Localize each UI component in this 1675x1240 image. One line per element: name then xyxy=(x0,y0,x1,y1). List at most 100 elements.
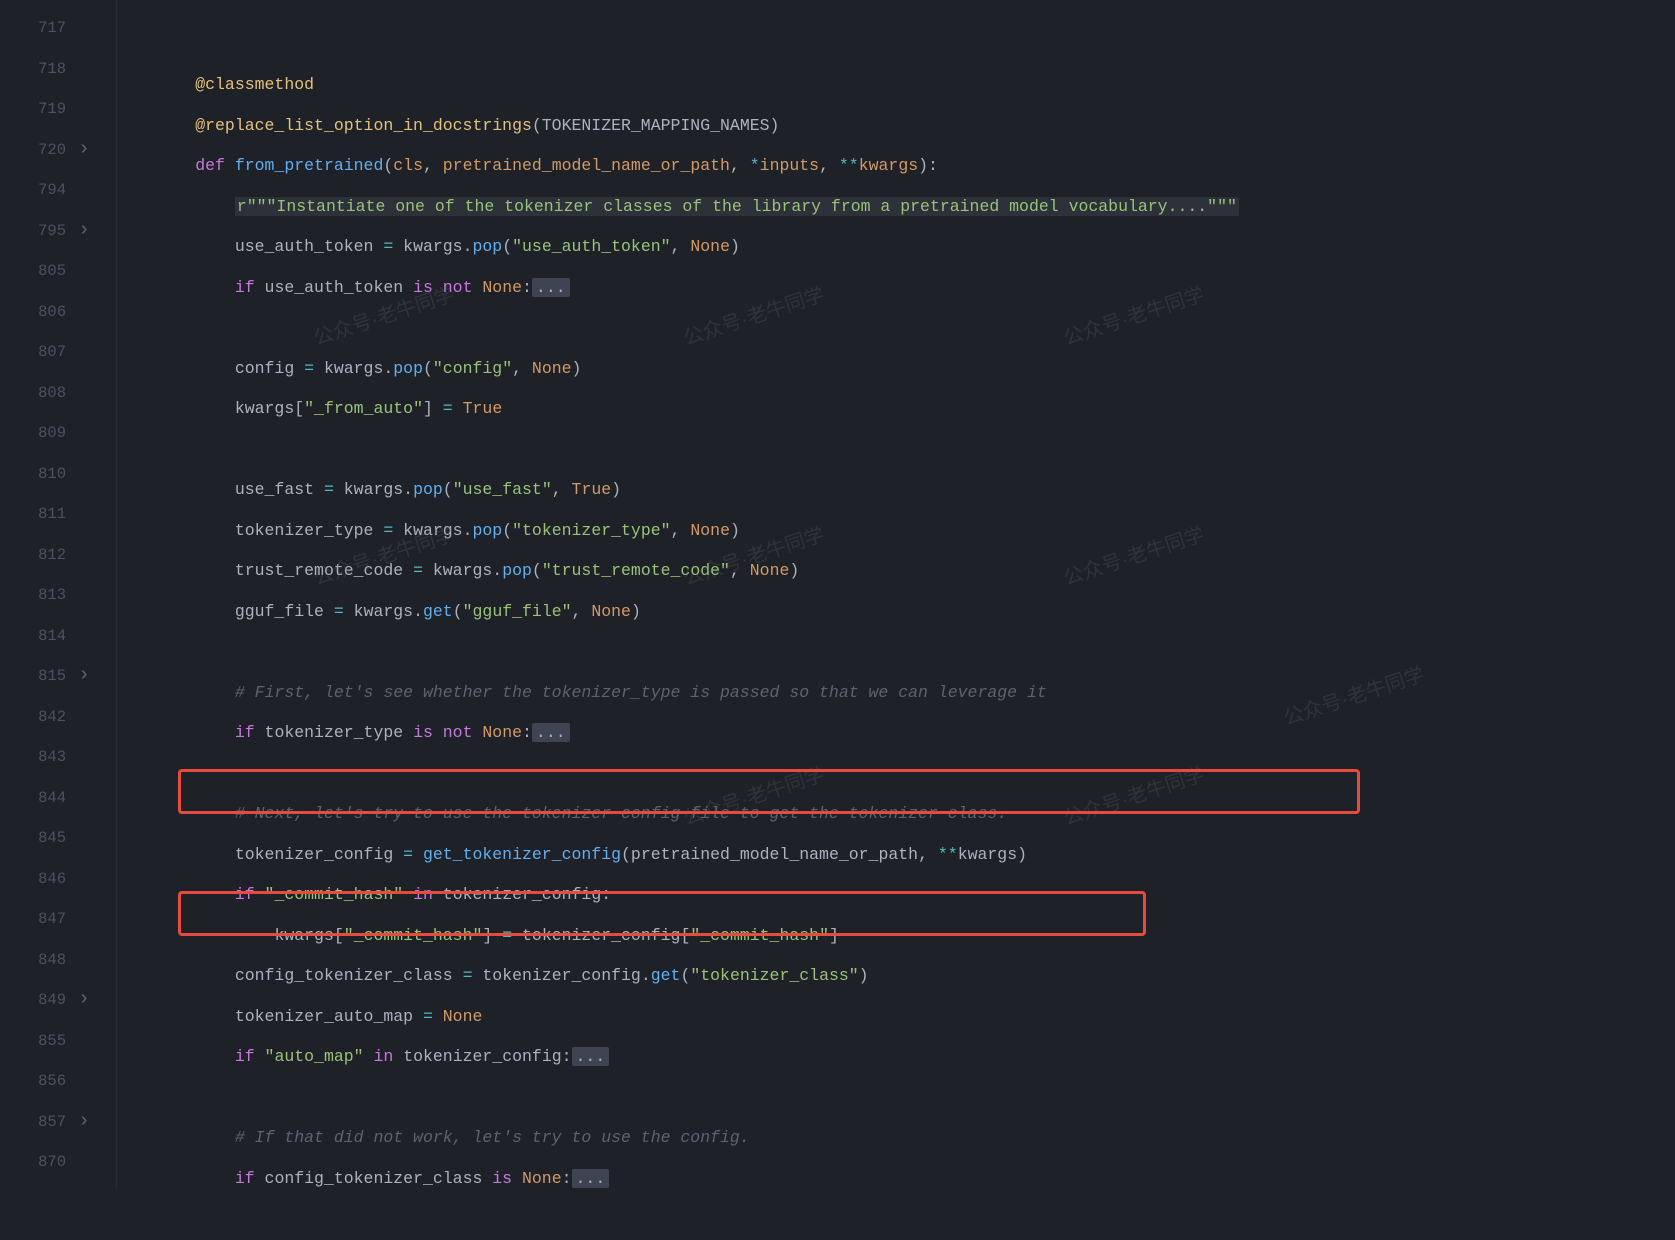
token: kwargs xyxy=(393,237,462,256)
code-line[interactable]: kwargs["_commit_hash"] = tokenizer_confi… xyxy=(116,916,1675,957)
fold-toggle xyxy=(74,535,116,576)
token: get xyxy=(651,966,681,985)
code-line[interactable]: # First, let's see whether the tokenizer… xyxy=(116,673,1675,714)
code-line[interactable]: tokenizer_auto_map = None xyxy=(116,997,1675,1038)
code-line[interactable] xyxy=(116,1199,1675,1240)
token: from_pretrained xyxy=(235,156,384,175)
fold-toggle[interactable] xyxy=(74,130,116,171)
fold-toggle xyxy=(74,1061,116,1102)
token xyxy=(413,845,423,864)
fold-toggle xyxy=(74,1142,116,1183)
fold-toggle xyxy=(74,1021,116,1062)
token: ) xyxy=(789,561,799,580)
token: ) xyxy=(730,521,740,540)
code-line[interactable]: kwargs["_from_auto"] = True xyxy=(116,389,1675,430)
fold-toggle xyxy=(74,494,116,535)
token: pop xyxy=(502,561,532,580)
code-line[interactable]: trust_remote_code = kwargs.pop("trust_re… xyxy=(116,551,1675,592)
token: @replace_list_option_in_docstrings xyxy=(195,116,532,135)
token: : xyxy=(562,1169,572,1188)
token: tokenizer_type xyxy=(235,521,384,540)
token: kwargs xyxy=(344,602,413,621)
token: "trust_remote_code" xyxy=(542,561,730,580)
code-line[interactable]: if tokenizer_type is not None:... xyxy=(116,713,1675,754)
fold-toggle xyxy=(74,616,116,657)
token: = xyxy=(324,480,334,499)
token: None xyxy=(522,1169,562,1188)
line-number-gutter: 7177187197207947958058068078088098108118… xyxy=(0,0,74,1189)
line-number: 812 xyxy=(0,535,66,576)
token: tokenizer_config: xyxy=(393,1047,571,1066)
code-line[interactable] xyxy=(116,632,1675,673)
code-line[interactable]: # Next, let's try to use the tokenizer c… xyxy=(116,794,1675,835)
fold-toggle[interactable] xyxy=(74,1102,116,1143)
token: , xyxy=(572,602,592,621)
token: None xyxy=(482,723,522,742)
code-line[interactable]: # If that did not work, let's try to use… xyxy=(116,1118,1675,1159)
code-line[interactable]: config_tokenizer_class = tokenizer_confi… xyxy=(116,956,1675,997)
token: ) xyxy=(611,480,621,499)
code-line[interactable]: if "_commit_hash" in tokenizer_config: xyxy=(116,875,1675,916)
token: pretrained_model_name_or_path xyxy=(443,156,730,175)
code-line[interactable]: tokenizer_config = get_tokenizer_config(… xyxy=(116,835,1675,876)
code-line[interactable]: @replace_list_option_in_docstrings(TOKEN… xyxy=(116,106,1675,147)
token: . xyxy=(463,521,473,540)
code-area[interactable]: @classmethod @replace_list_option_in_doc… xyxy=(116,0,1675,1189)
line-number: 810 xyxy=(0,454,66,495)
code-line[interactable]: gguf_file = kwargs.get("gguf_file", None… xyxy=(116,592,1675,633)
fold-toggle[interactable] xyxy=(74,656,116,697)
line-number: 870 xyxy=(0,1142,66,1183)
token: ( xyxy=(680,966,690,985)
fold-toggle xyxy=(74,818,116,859)
line-number: 717 xyxy=(0,8,66,49)
token: ) xyxy=(730,237,740,256)
line-number: 718 xyxy=(0,49,66,90)
code-line[interactable]: @classmethod xyxy=(116,65,1675,106)
token: None xyxy=(591,602,631,621)
line-number: 813 xyxy=(0,575,66,616)
code-line[interactable]: if "auto_map" in tokenizer_config:... xyxy=(116,1037,1675,1078)
token: True xyxy=(463,399,503,418)
code-line[interactable]: use_fast = kwargs.pop("use_fast", True) xyxy=(116,470,1675,511)
code-line[interactable] xyxy=(116,430,1675,471)
code-line[interactable]: if use_auth_token is not None:... xyxy=(116,268,1675,309)
token: ( xyxy=(532,116,542,135)
code-line[interactable]: def from_pretrained(cls, pretrained_mode… xyxy=(116,146,1675,187)
code-line[interactable]: use_auth_token = kwargs.pop("use_auth_to… xyxy=(116,227,1675,268)
fold-toggle xyxy=(74,737,116,778)
line-number: 857 xyxy=(0,1102,66,1143)
token: tokenizer_config xyxy=(472,966,640,985)
token: ( xyxy=(532,561,542,580)
token: . xyxy=(492,561,502,580)
token: . xyxy=(641,966,651,985)
code-line[interactable]: r"""Instantiate one of the tokenizer cla… xyxy=(116,187,1675,228)
token: ( xyxy=(423,359,433,378)
line-number: 808 xyxy=(0,373,66,414)
token: ** xyxy=(839,156,859,175)
token: None xyxy=(532,359,572,378)
code-line[interactable] xyxy=(116,1078,1675,1119)
token xyxy=(492,926,502,945)
token: tokenizer_auto_map xyxy=(235,1007,423,1026)
fold-toggle[interactable] xyxy=(74,211,116,252)
token: : xyxy=(522,723,532,742)
token: ) xyxy=(631,602,641,621)
token: ... xyxy=(532,278,570,297)
token: , xyxy=(918,845,938,864)
fold-toggle[interactable] xyxy=(74,980,116,1021)
code-line[interactable]: tokenizer_type = kwargs.pop("tokenizer_t… xyxy=(116,511,1675,552)
fold-toggle xyxy=(74,859,116,900)
token: None xyxy=(443,1007,483,1026)
code-line[interactable] xyxy=(116,754,1675,795)
token: pop xyxy=(413,480,443,499)
code-line[interactable]: config = kwargs.pop("config", None) xyxy=(116,349,1675,390)
token: pop xyxy=(472,237,502,256)
token xyxy=(453,399,463,418)
token: ** xyxy=(938,845,958,864)
token: * xyxy=(750,156,760,175)
token: tokenizer_config xyxy=(512,926,680,945)
token: , xyxy=(512,359,532,378)
token: , xyxy=(671,237,691,256)
code-line[interactable] xyxy=(116,308,1675,349)
code-line[interactable]: if config_tokenizer_class is None:... xyxy=(116,1159,1675,1200)
